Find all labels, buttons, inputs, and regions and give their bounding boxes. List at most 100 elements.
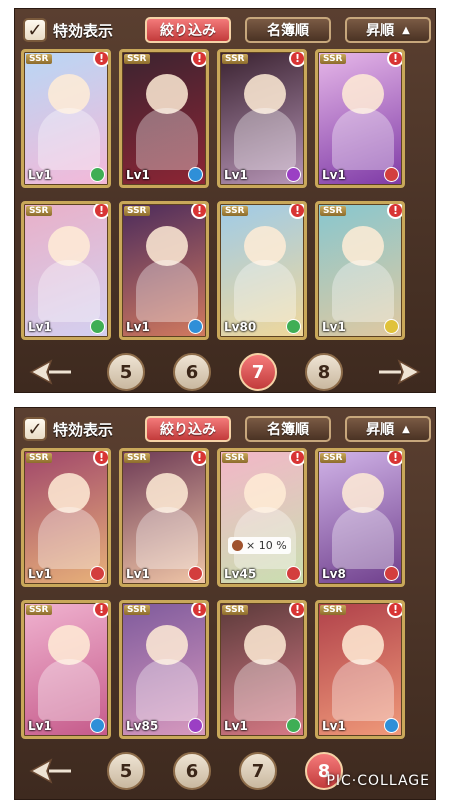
attribute-icon	[188, 566, 203, 581]
character-figure	[234, 659, 296, 721]
prev-page-arrow-icon[interactable]	[29, 359, 73, 385]
watermark: PIC·COLLAGE	[326, 773, 430, 789]
page-button[interactable]: 8	[305, 353, 343, 391]
level-label: Lv1	[322, 320, 346, 334]
alert-badge-icon: !	[387, 603, 402, 618]
rarity-badge: SSR	[222, 54, 248, 64]
attribute-icon	[384, 319, 399, 334]
attribute-icon	[286, 319, 301, 334]
order-button[interactable]: 昇順 ▲	[345, 17, 431, 43]
rarity-badge: SSR	[320, 54, 346, 64]
character-figure	[136, 507, 198, 569]
next-page-arrow-icon[interactable]	[377, 359, 421, 385]
character-card[interactable]: SSR! Lv1	[217, 600, 307, 739]
special-display-toggle[interactable]: ✓ 特効表示	[23, 17, 113, 43]
rarity-badge: SSR	[320, 453, 346, 463]
alert-badge-icon: !	[387, 451, 402, 466]
bonus-tag: × 10 %	[228, 537, 291, 554]
character-card[interactable]: SSR! Lv1	[119, 448, 209, 587]
level-label: Lv1	[322, 719, 346, 733]
page-button[interactable]: 7	[239, 752, 277, 790]
sort-button[interactable]: 名簿順	[245, 17, 331, 43]
order-label: 昇順	[366, 23, 395, 39]
character-figure	[38, 108, 100, 170]
attribute-icon	[286, 566, 301, 581]
checkbox-checked-icon[interactable]: ✓	[23, 18, 47, 42]
attribute-icon	[188, 718, 203, 733]
alert-badge-icon: !	[387, 204, 402, 219]
alert-badge-icon: !	[289, 52, 304, 67]
alert-badge-icon: !	[191, 52, 206, 67]
level-label: Lv8	[322, 567, 346, 581]
attribute-icon	[188, 319, 203, 334]
checkbox-checked-icon[interactable]: ✓	[23, 417, 47, 441]
rarity-badge: SSR	[26, 54, 52, 64]
alert-badge-icon: !	[191, 204, 206, 219]
character-card[interactable]: SSR! Lv1	[315, 201, 405, 340]
attribute-icon	[90, 718, 105, 733]
alert-badge-icon: !	[93, 204, 108, 219]
character-figure	[332, 108, 394, 170]
rarity-badge: SSR	[124, 453, 150, 463]
attribute-icon	[188, 167, 203, 182]
special-display-toggle[interactable]: ✓ 特効表示	[23, 416, 113, 442]
character-card[interactable]: SSR! Lv1	[21, 201, 111, 340]
rarity-badge: SSR	[222, 453, 248, 463]
character-card[interactable]: SSR! Lv1	[217, 49, 307, 188]
rarity-badge: SSR	[320, 206, 346, 216]
rarity-badge: SSR	[124, 206, 150, 216]
rarity-badge: SSR	[124, 605, 150, 615]
page-button[interactable]: 6	[173, 353, 211, 391]
filter-button[interactable]: 絞り込み	[145, 17, 231, 43]
character-card[interactable]: SSR! Lv85	[119, 600, 209, 739]
order-button[interactable]: 昇順 ▲	[345, 416, 431, 442]
order-label: 昇順	[366, 422, 395, 438]
rarity-badge: SSR	[26, 453, 52, 463]
bonus-icon	[232, 540, 243, 551]
character-card[interactable]: SSR! Lv1	[119, 201, 209, 340]
special-display-label: 特効表示	[53, 420, 114, 439]
triangle-up-icon: ▲	[402, 423, 410, 435]
attribute-icon	[384, 718, 399, 733]
attribute-icon	[286, 167, 301, 182]
filter-button[interactable]: 絞り込み	[145, 416, 231, 442]
alert-badge-icon: !	[93, 603, 108, 618]
character-card[interactable]: SSR! Lv1	[119, 49, 209, 188]
level-label: Lv1	[224, 719, 248, 733]
character-figure	[136, 108, 198, 170]
character-card[interactable]: SSR! Lv1	[315, 49, 405, 188]
character-figure	[332, 507, 394, 569]
alert-badge-icon: !	[93, 451, 108, 466]
rarity-badge: SSR	[222, 605, 248, 615]
page-button[interactable]: 5	[107, 353, 145, 391]
bonus-label: × 10 %	[246, 539, 287, 552]
alert-badge-icon: !	[289, 204, 304, 219]
prev-page-arrow-icon[interactable]	[29, 758, 73, 784]
character-card[interactable]: SSR! Lv1	[21, 600, 111, 739]
character-card[interactable]: SSR! Lv8	[315, 448, 405, 587]
page-button[interactable]: 5	[107, 752, 145, 790]
character-card[interactable]: SSR! Lv80	[217, 201, 307, 340]
level-label: Lv1	[126, 567, 150, 581]
rarity-badge: SSR	[26, 605, 52, 615]
rarity-badge: SSR	[222, 206, 248, 216]
alert-badge-icon: !	[289, 603, 304, 618]
character-figure	[234, 108, 296, 170]
sort-button[interactable]: 名簿順	[245, 416, 331, 442]
character-card[interactable]: SSR! Lv1	[21, 49, 111, 188]
toolbar: ✓ 特効表示 絞り込み 名簿順 昇順 ▲	[23, 15, 431, 45]
attribute-icon	[384, 566, 399, 581]
character-card[interactable]: SSR! Lv1	[315, 600, 405, 739]
page-button[interactable]: 6	[173, 752, 211, 790]
alert-badge-icon: !	[191, 451, 206, 466]
level-label: Lv1	[28, 719, 52, 733]
level-label: Lv1	[28, 567, 52, 581]
character-card[interactable]: SSR! Lv45 × 10 %	[217, 448, 307, 587]
special-display-label: 特効表示	[53, 21, 114, 40]
character-list-panel-1: ✓ 特効表示 絞り込み 名簿順 昇順 ▲ SSR! Lv1 SSR! Lv1 SSR! L…	[14, 8, 436, 393]
level-label: Lv85	[126, 719, 159, 733]
character-card[interactable]: SSR! Lv1	[21, 448, 111, 587]
attribute-icon	[90, 319, 105, 334]
page-button-active[interactable]: 7	[239, 353, 277, 391]
level-label: Lv1	[28, 320, 52, 334]
